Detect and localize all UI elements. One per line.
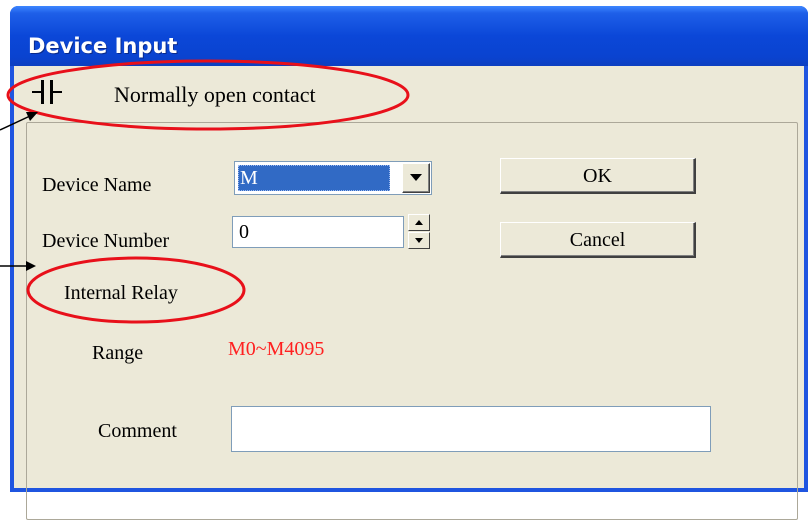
- dialog-client-area: Normally open contact Device Name M Devi…: [14, 66, 804, 520]
- window-title: Device Input: [28, 34, 178, 58]
- arrow-up-icon: [415, 220, 423, 225]
- arrow-down-icon: [415, 238, 423, 243]
- device-number-label: Device Number: [42, 230, 170, 252]
- device-input-dialog: Device Input Normally open contact Devic…: [10, 6, 808, 520]
- normally-open-contact-icon: [32, 80, 62, 104]
- device-name-value[interactable]: M: [238, 165, 390, 191]
- device-name-label: Device Name: [42, 174, 152, 196]
- cancel-button[interactable]: Cancel: [500, 222, 696, 258]
- range-value: M0~M4095: [228, 338, 325, 360]
- device-name-combobox[interactable]: M: [234, 161, 432, 195]
- comment-input[interactable]: [231, 406, 711, 452]
- contact-type-row: Normally open contact: [14, 66, 804, 107]
- device-number-spinner[interactable]: [408, 214, 430, 250]
- ok-button[interactable]: OK: [500, 158, 696, 194]
- title-bar[interactable]: Device Input: [10, 6, 808, 66]
- spin-up-button[interactable]: [408, 214, 430, 231]
- device-name-dropdown-button[interactable]: [402, 163, 430, 193]
- device-number-input[interactable]: 0: [232, 216, 404, 248]
- device-type-label: Internal Relay: [64, 282, 178, 304]
- contact-type-label: Normally open contact: [114, 82, 316, 107]
- chevron-down-icon: [410, 174, 422, 181]
- range-label: Range: [92, 342, 144, 364]
- spin-down-button[interactable]: [408, 232, 430, 249]
- comment-label: Comment: [98, 420, 177, 442]
